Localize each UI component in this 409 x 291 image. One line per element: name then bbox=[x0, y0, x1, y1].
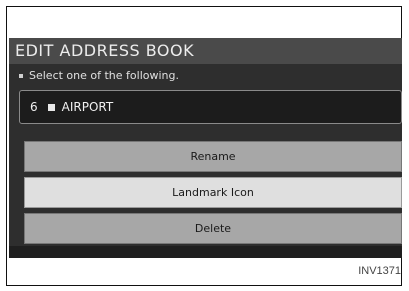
address-entry: 6 AIRPORT bbox=[19, 90, 402, 124]
figure-code: INV1371 bbox=[358, 265, 401, 277]
landmark-icon-button[interactable]: Landmark Icon bbox=[24, 177, 402, 208]
rename-button[interactable]: Rename bbox=[24, 141, 402, 172]
nav-screen: EDIT ADDRESS BOOK Select one of the foll… bbox=[9, 38, 402, 258]
delete-button[interactable]: Delete bbox=[24, 213, 402, 244]
instruction-label: Select one of the following. bbox=[29, 69, 179, 82]
square-icon bbox=[47, 104, 55, 111]
entry-number: 6 bbox=[30, 100, 38, 114]
screen-title: EDIT ADDRESS BOOK bbox=[9, 38, 402, 64]
bottom-strip bbox=[9, 246, 402, 258]
entry-name: AIRPORT bbox=[61, 100, 114, 114]
instruction-text: Select one of the following. bbox=[19, 67, 179, 85]
bullet-icon bbox=[19, 74, 23, 78]
